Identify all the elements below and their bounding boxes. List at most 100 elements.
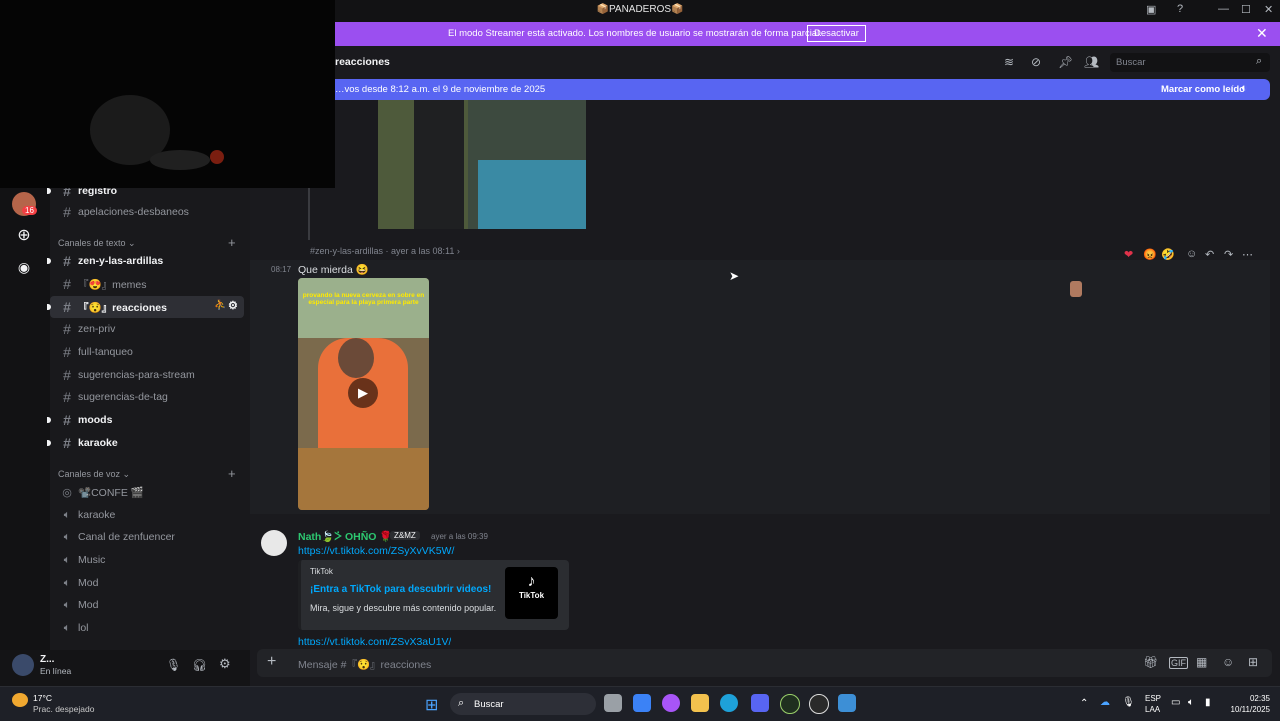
play-icon[interactable]: ▶ — [348, 378, 378, 408]
forward-icon[interactable]: ↷ — [1224, 248, 1233, 261]
emoji-icon[interactable]: ☺ — [1222, 655, 1234, 669]
category-text-channels[interactable]: Canales de texto ⌄ — [58, 238, 136, 249]
channel-apelaciones[interactable]: # apelaciones-desbaneos — [50, 201, 244, 223]
voice-channel[interactable]: 🔈︎ Canal de zenfuencer — [50, 526, 244, 548]
video-caption: provando la nueva cerveza en sobre en es… — [302, 292, 425, 306]
user-settings-gear-icon[interactable]: ⚙ — [219, 656, 231, 672]
deactivate-button[interactable]: Desactivar — [807, 25, 866, 42]
sticker-icon[interactable]: ▦ — [1196, 655, 1207, 669]
music-note-icon: ♪ — [527, 573, 536, 590]
discord-icon[interactable] — [751, 694, 769, 712]
edge-icon[interactable] — [720, 694, 738, 712]
help-icon[interactable]: ? — [1177, 3, 1183, 15]
channel-label: moods — [78, 414, 113, 426]
onedrive-icon[interactable]: ☁ — [1100, 697, 1110, 708]
channel-zen-y-las-ardillas[interactable]: # zen-y-las-ardillas — [47, 250, 244, 272]
voice-channel[interactable]: 🔈︎ Music — [50, 549, 244, 571]
pin-icon[interactable]: 📌︎ — [1058, 55, 1073, 69]
speaker-icon: 🔈︎ — [63, 530, 71, 543]
search-icon: ⌕ — [458, 697, 465, 709]
maximize-button[interactable]: ☐ — [1241, 3, 1251, 16]
avatar[interactable] — [261, 530, 287, 556]
heart-reaction-icon[interactable]: ❤ — [1124, 248, 1133, 261]
video-thumbnail[interactable] — [378, 100, 586, 229]
channel-zen-priv[interactable]: # zen-priv — [50, 318, 244, 340]
message-composer[interactable]: + Mensaje #『😯』reacciones — [257, 649, 1272, 677]
discover-icon[interactable]: ◉ — [12, 255, 36, 279]
notifications-muted-icon[interactable]: ⊘ — [1031, 55, 1041, 69]
search-input[interactable]: Buscar ⌕ — [1110, 53, 1270, 72]
more-options-icon[interactable]: ⋯ — [1242, 248, 1253, 261]
category-voice-channels[interactable]: Canales de voz ⌄ — [58, 469, 130, 480]
embed-title[interactable]: ¡Entra a TikTok para descubrir videos! — [310, 584, 491, 595]
voice-channel[interactable]: 🔈︎ Mod — [50, 594, 244, 616]
app-icon[interactable] — [780, 694, 800, 714]
file-explorer-icon[interactable] — [691, 694, 709, 712]
clock-time[interactable]: 02:35 — [1230, 694, 1270, 703]
minimize-button[interactable]: — — [1218, 3, 1229, 15]
gift-icon[interactable]: 🎁︎ — [1143, 655, 1158, 669]
apps-icon[interactable]: ⊞ — [1248, 655, 1258, 669]
inbox-icon[interactable]: ▣ — [1146, 3, 1156, 16]
channel-sugerencias-para-stream[interactable]: # sugerencias-para-stream — [50, 364, 244, 386]
channel-reacciones[interactable]: # 『😯』reacciones ⛹ ⚙ — [47, 296, 244, 318]
emoji-reaction-icon[interactable]: 😡 — [1143, 248, 1157, 261]
message-text: Que mierda 😆 — [298, 264, 369, 276]
microphone-icon[interactable]: 🎙︎ — [166, 658, 181, 672]
webcam-overlay — [0, 0, 335, 188]
member-list-icon[interactable]: 👥︎ — [1084, 55, 1099, 69]
channel-header-name: reacciones — [335, 56, 390, 68]
close-icon[interactable]: ✕ — [1256, 25, 1268, 42]
add-server-icon[interactable]: ⊕ — [12, 223, 36, 247]
voice-channel[interactable]: ◎ 📽️CONFE 🎬 — [50, 481, 244, 503]
chrome-icon[interactable] — [809, 694, 829, 714]
windows-start-icon[interactable]: ⊞ — [425, 695, 438, 715]
network-icon[interactable]: ▭ — [1171, 697, 1180, 708]
close-window-button[interactable]: ✕ — [1264, 3, 1273, 16]
gif-icon[interactable]: GIF — [1169, 657, 1188, 669]
channel-karaoke[interactable]: # karaoke — [47, 432, 244, 454]
mark-as-read-button[interactable]: Marcar como leído — [1161, 84, 1245, 95]
voice-channel[interactable]: 🔈︎ karaoke — [50, 504, 244, 526]
task-view-icon[interactable] — [604, 694, 622, 712]
username: Z... — [40, 654, 55, 665]
tray-overflow-icon[interactable]: ⌃ — [1080, 698, 1088, 709]
hash-icon: # — [63, 204, 71, 220]
speaker-icon: 🔈︎ — [63, 576, 71, 589]
add-voice-channel-icon[interactable]: + — [228, 466, 236, 481]
language-indicator[interactable]: ESP — [1145, 694, 1161, 703]
gear-icon[interactable]: ⚙ — [228, 299, 238, 312]
battery-icon[interactable]: ▮ — [1205, 697, 1211, 708]
voice-channel[interactable]: 🔈︎ Mod — [50, 572, 244, 594]
laugh-reaction-icon[interactable]: 🤣 — [1161, 248, 1175, 261]
video-attachment[interactable]: provando la nueva cerveza en sobre en es… — [298, 278, 429, 510]
threads-icon[interactable]: ≋ — [1004, 55, 1014, 69]
channel-memes[interactable]: # 『😍』memes — [50, 273, 244, 295]
microphone-tray-icon[interactable]: 🎙︎ — [1122, 697, 1135, 708]
weather-icon[interactable] — [12, 693, 28, 707]
message-link[interactable]: https://vt.tiktok.com/ZSyXvVK5W/ — [298, 545, 454, 557]
channel-moods[interactable]: # moods — [47, 409, 244, 431]
avatar[interactable] — [12, 654, 34, 676]
channel-full-tanqueo[interactable]: # full-tanqueo — [50, 341, 244, 363]
channel-sugerencias-de-tag[interactable]: # sugerencias-de-tag — [50, 386, 244, 408]
reply-icon[interactable]: ↶ — [1205, 248, 1214, 261]
message-author[interactable]: Nath🍃ᢴ OHÑO 🌹 ♀ — [298, 530, 403, 544]
voice-channel[interactable]: 🔈︎ lol — [50, 617, 244, 639]
weather-temp: 17°C — [33, 693, 52, 703]
store-icon[interactable] — [633, 694, 651, 712]
new-messages-bar[interactable]: …vos desde 8:12 a.m. el 9 de noviembre d… — [335, 79, 1270, 100]
message-link[interactable]: https://vt.tiktok.com/ZSyX3aU1V/ — [298, 636, 451, 645]
forward-source[interactable]: #zen-y-las-ardillas · ayer a las 08:11 › — [310, 246, 460, 256]
hash-icon: # — [63, 253, 71, 269]
taskbar-search[interactable]: ⌕ Buscar — [450, 693, 596, 715]
add-reaction-icon[interactable]: ☺ — [1186, 248, 1197, 260]
copilot-icon[interactable] — [662, 694, 680, 712]
photos-icon[interactable] — [838, 694, 856, 712]
upload-plus-icon[interactable]: + — [267, 653, 276, 671]
message-content: Que mierda — [298, 264, 353, 276]
invite-icon[interactable]: ⛹ — [214, 300, 226, 311]
headphones-icon[interactable]: 🎧︎ — [192, 658, 207, 672]
add-channel-icon[interactable]: + — [228, 235, 236, 250]
volume-icon[interactable]: 🔈︎ — [1188, 697, 1194, 708]
